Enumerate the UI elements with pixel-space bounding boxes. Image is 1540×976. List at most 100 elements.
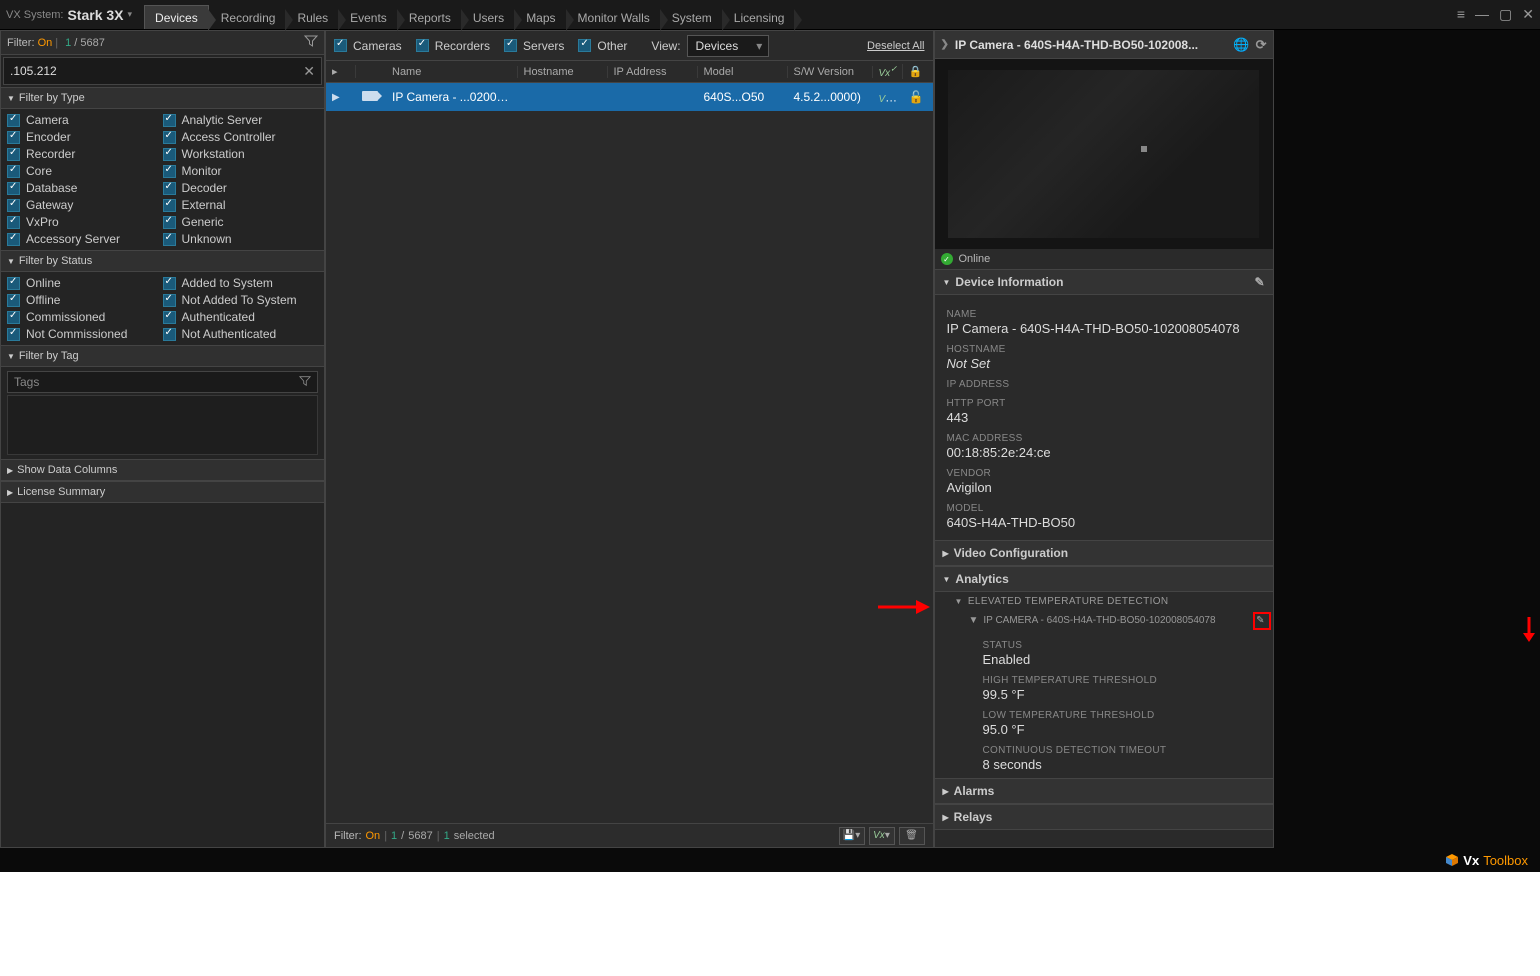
filter-type-recorder[interactable]: Recorder (7, 147, 163, 161)
tab-users[interactable]: Users (463, 6, 514, 29)
checkbox-icon[interactable] (163, 233, 176, 246)
filter-type-external[interactable]: External (163, 198, 319, 212)
device-filter-other[interactable]: Other (578, 39, 627, 53)
tag-funnel-icon[interactable] (299, 375, 311, 390)
hamburger-icon[interactable]: ≡ (1457, 6, 1465, 23)
filter-type-core[interactable]: Core (7, 164, 163, 178)
checkbox-icon[interactable] (7, 165, 20, 178)
globe-icon[interactable]: 🌐 (1233, 37, 1249, 53)
col-ip[interactable]: IP Address (608, 66, 698, 78)
tab-rules[interactable]: Rules (287, 6, 338, 29)
checkbox-icon[interactable] (7, 131, 20, 144)
filter-type-gateway[interactable]: Gateway (7, 198, 163, 212)
section-license-summary[interactable]: ▶License Summary (1, 481, 324, 503)
checkbox-icon[interactable] (7, 114, 20, 127)
col-vx[interactable]: Vx✓ (873, 64, 903, 79)
filter-status-offline[interactable]: Offline (7, 293, 163, 307)
tab-reports[interactable]: Reports (399, 6, 461, 29)
filter-type-analytic-server[interactable]: Analytic Server (163, 113, 319, 127)
filter-status-not-authenticated[interactable]: Not Authenticated (163, 327, 319, 341)
filter-type-workstation[interactable]: Workstation (163, 147, 319, 161)
checkbox-icon[interactable] (416, 39, 429, 52)
checkbox-icon[interactable] (334, 39, 347, 52)
checkbox-icon[interactable] (163, 311, 176, 324)
col-lock[interactable]: 🔒 (903, 65, 933, 78)
checkbox-icon[interactable] (163, 114, 176, 127)
analytics-header[interactable]: ▼Analytics (935, 566, 1273, 592)
filter-type-generic[interactable]: Generic (163, 215, 319, 229)
checkbox-icon[interactable] (504, 39, 517, 52)
filter-status-added-to-system[interactable]: Added to System (163, 276, 319, 290)
analytics-camera-header[interactable]: ▼IP CAMERA - 640S-H4A-THD-BO50-102008054… (935, 611, 1273, 630)
col-hostname[interactable]: Hostname (518, 66, 608, 78)
section-show-data-columns[interactable]: ▶Show Data Columns (1, 459, 324, 481)
checkbox-icon[interactable] (163, 328, 176, 341)
filter-type-encoder[interactable]: Encoder (7, 130, 163, 144)
col-model[interactable]: Model (698, 66, 788, 78)
tab-maps[interactable]: Maps (516, 6, 565, 29)
delete-button[interactable]: 🗑 (899, 827, 925, 845)
table-row[interactable]: ▶IP Camera - ...02008054078640S...O504.5… (326, 83, 933, 111)
filter-type-vxpro[interactable]: VxPro (7, 215, 163, 229)
filter-status-online[interactable]: Online (7, 276, 163, 290)
filter-type-camera[interactable]: Camera (7, 113, 163, 127)
checkbox-icon[interactable] (7, 277, 20, 290)
tab-events[interactable]: Events (340, 6, 397, 29)
tab-devices[interactable]: Devices (144, 5, 209, 29)
save-icon-button[interactable]: 💾▾ (839, 827, 865, 845)
system-name[interactable]: Stark 3X (67, 7, 123, 23)
checkbox-icon[interactable] (163, 294, 176, 307)
device-filter-cameras[interactable]: Cameras (334, 39, 402, 53)
filter-search-input[interactable] (10, 64, 303, 78)
filter-tag-header[interactable]: ▼Filter by Tag (1, 345, 324, 367)
edit-device-info-icon[interactable]: ✎ (1254, 275, 1264, 289)
alarms-header[interactable]: ▶Alarms (935, 778, 1273, 804)
deselect-all-link[interactable]: Deselect All (867, 40, 924, 52)
tab-licensing[interactable]: Licensing (724, 6, 795, 29)
checkbox-icon[interactable] (7, 294, 20, 307)
close-icon[interactable]: ✕ (1522, 6, 1534, 23)
filter-status-authenticated[interactable]: Authenticated (163, 310, 319, 324)
checkbox-icon[interactable] (7, 148, 20, 161)
checkbox-icon[interactable] (163, 216, 176, 229)
checkbox-icon[interactable] (7, 216, 20, 229)
device-information-header[interactable]: ▼Device Information ✎ (935, 269, 1273, 295)
maximize-icon[interactable]: ▢ (1499, 6, 1512, 23)
system-dropdown-icon[interactable]: ▾ (128, 9, 133, 20)
col-name[interactable]: Name (386, 66, 518, 78)
tab-monitor-walls[interactable]: Monitor Walls (568, 6, 660, 29)
tab-recording[interactable]: Recording (211, 6, 286, 29)
refresh-icon[interactable]: ⟳ (1256, 37, 1267, 53)
col-expand[interactable]: ▸ (326, 65, 356, 78)
filter-type-database[interactable]: Database (7, 181, 163, 195)
checkbox-icon[interactable] (7, 311, 20, 324)
filter-status-commissioned[interactable]: Commissioned (7, 310, 163, 324)
video-configuration-header[interactable]: ▶Video Configuration (935, 540, 1273, 566)
checkbox-icon[interactable] (7, 233, 20, 246)
checkbox-icon[interactable] (163, 277, 176, 290)
checkbox-icon[interactable] (163, 148, 176, 161)
filter-type-unknown[interactable]: Unknown (163, 232, 319, 246)
filter-type-decoder[interactable]: Decoder (163, 181, 319, 195)
etd-header[interactable]: ▼ELEVATED TEMPERATURE DETECTION (935, 592, 1273, 611)
device-filter-recorders[interactable]: Recorders (416, 39, 490, 53)
tab-system[interactable]: System (662, 6, 722, 29)
filter-type-accessory-server[interactable]: Accessory Server (7, 232, 163, 246)
checkbox-icon[interactable] (163, 165, 176, 178)
filter-status-header[interactable]: ▼Filter by Status (1, 250, 324, 272)
clear-search-icon[interactable]: ✕ (303, 63, 315, 80)
col-version[interactable]: S/W Version (788, 66, 873, 78)
expand-row-icon[interactable]: ▶ (326, 92, 356, 103)
checkbox-icon[interactable] (7, 199, 20, 212)
filter-status-not-commissioned[interactable]: Not Commissioned (7, 327, 163, 341)
device-filter-servers[interactable]: Servers (504, 39, 564, 53)
tags-input[interactable]: Tags (7, 371, 318, 393)
relays-header[interactable]: ▶Relays (935, 804, 1273, 830)
checkbox-icon[interactable] (163, 199, 176, 212)
filter-search[interactable]: ✕ (3, 57, 322, 85)
filter-type-monitor[interactable]: Monitor (163, 164, 319, 178)
filter-type-header[interactable]: ▼Filter by Type (1, 87, 324, 109)
checkbox-icon[interactable] (163, 131, 176, 144)
checkbox-icon[interactable] (163, 182, 176, 195)
checkbox-icon[interactable] (7, 182, 20, 195)
